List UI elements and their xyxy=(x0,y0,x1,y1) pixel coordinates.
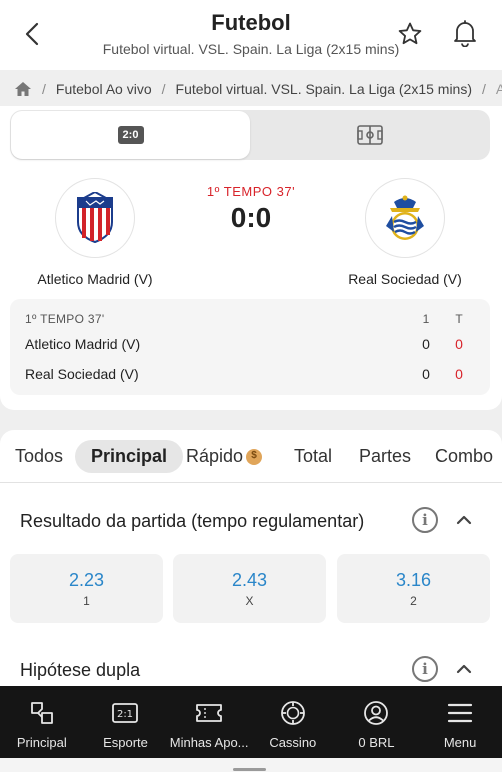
view-toggle: 2:0 xyxy=(10,110,490,160)
casino-chip-icon xyxy=(279,700,307,726)
favorite-button[interactable] xyxy=(396,20,424,48)
stats-row-home-first: 0 xyxy=(422,336,430,352)
market-tabs: Todos Principal Rápido Total Partes Comb… xyxy=(0,430,502,483)
svg-text:2:1: 2:1 xyxy=(117,709,133,720)
market-title-double-chance[interactable]: Hipótese dupla xyxy=(20,660,140,681)
score-breakdown-table: 1º TEMPO 37' 1 T Atletico Madrid (V) 0 0… xyxy=(10,299,490,395)
money-bag-icon xyxy=(246,448,263,465)
hamburger-icon xyxy=(446,700,474,726)
chevron-up-icon xyxy=(456,664,472,674)
page-title: Futebol xyxy=(211,10,291,35)
nav-item-cassino[interactable]: Cassino xyxy=(251,686,335,758)
nav-label: Cassino xyxy=(269,735,317,750)
odd-button-home[interactable]: 2.23 1 xyxy=(10,554,163,623)
nav-label: Minhas Apo... xyxy=(169,735,249,750)
back-button[interactable] xyxy=(18,20,46,48)
stats-row-away-team: Real Sociedad (V) xyxy=(25,366,139,382)
breadcrumb-item-league[interactable]: Futebol virtual. VSL. Spain. La Liga (2x… xyxy=(176,81,473,97)
chevron-left-icon xyxy=(25,22,39,46)
chevron-up-icon xyxy=(456,515,472,525)
breadcrumb-separator: / xyxy=(482,81,486,97)
tab-principal[interactable]: Principal xyxy=(75,440,184,473)
account-icon xyxy=(362,700,390,726)
nav-item-principal[interactable]: Principal xyxy=(0,686,84,758)
odd-value: 3.16 xyxy=(395,569,432,590)
stats-row-away-first: 0 xyxy=(422,366,430,382)
match-period: 1º TEMPO 37' xyxy=(206,184,296,199)
tab-combo[interactable]: Combo xyxy=(435,440,493,473)
field-view-button[interactable] xyxy=(250,110,490,160)
nav-label: Menu xyxy=(443,735,477,750)
tab-total[interactable]: Total xyxy=(294,440,332,473)
collapse-button[interactable] xyxy=(455,660,473,678)
tab-rapido[interactable]: Rápido xyxy=(186,440,263,473)
stats-header-total: T xyxy=(455,312,463,326)
tab-rapido-label: Rápido xyxy=(186,446,244,466)
nav-label: 0 BRL xyxy=(358,735,395,750)
scoreboard-label: 2:0 xyxy=(122,129,139,141)
odd-label: 2 xyxy=(410,593,417,608)
bell-icon xyxy=(454,20,476,47)
tab-todos[interactable]: Todos xyxy=(15,440,63,473)
home-team-logo xyxy=(55,178,135,258)
ticket-icon xyxy=(195,700,223,726)
scoreboard-icon: 2:0 xyxy=(117,126,144,144)
away-team-logo xyxy=(365,178,445,258)
atletico-madrid-crest-icon xyxy=(77,192,113,244)
notifications-button[interactable] xyxy=(451,18,479,48)
nav-item-minhas-apostas[interactable]: Minhas Apo... xyxy=(167,686,251,758)
stats-period-label: 1º TEMPO 37' xyxy=(25,312,105,326)
collapse-button[interactable] xyxy=(455,511,473,529)
breadcrumb-item-live-football[interactable]: Futebol Ao vivo xyxy=(56,81,152,97)
info-button[interactable]: i xyxy=(412,656,438,682)
breadcrumb-home[interactable] xyxy=(14,81,32,97)
stats-row-home-total: 0 xyxy=(455,336,463,352)
markets-card: Todos Principal Rápido Total Partes Comb… xyxy=(0,430,502,686)
page-subtitle: Futebol virtual. VSL. Spain. La Liga (2x… xyxy=(102,41,400,57)
stats-header-first-half: 1 xyxy=(422,312,430,326)
real-sociedad-crest-icon xyxy=(386,195,424,240)
home-team-name: Atletico Madrid (V) xyxy=(37,271,153,287)
principal-icon xyxy=(28,700,56,726)
odd-label: 1 xyxy=(83,593,90,608)
nav-label: Principal xyxy=(16,735,67,750)
breadcrumb-separator: / xyxy=(161,81,166,97)
home-indicator[interactable] xyxy=(233,768,266,771)
scoreboard-view-button[interactable]: 2:0 xyxy=(11,111,250,159)
football-field-icon xyxy=(357,125,383,145)
info-icon: i xyxy=(422,660,428,678)
nav-label: Esporte xyxy=(103,735,148,750)
odd-value: 2.23 xyxy=(68,569,105,590)
scoreboard-icon: 2:1 xyxy=(111,700,139,726)
odd-label: X xyxy=(245,593,254,608)
breadcrumb: / Futebol Ao vivo / Futebol virtual. VSL… xyxy=(0,72,502,106)
odd-button-away[interactable]: 3.16 2 xyxy=(337,554,490,623)
nav-item-menu[interactable]: Menu xyxy=(418,686,502,758)
breadcrumb-separator: / xyxy=(42,81,46,97)
info-icon: i xyxy=(422,511,428,529)
odd-value: 2.43 xyxy=(231,569,268,590)
odd-button-draw[interactable]: 2.43 X xyxy=(173,554,326,623)
match-score: 0:0 xyxy=(230,202,272,233)
market-title-match-result[interactable]: Resultado da partida (tempo regulamentar… xyxy=(20,511,364,532)
breadcrumb-item-match[interactable]: A xyxy=(496,81,502,97)
info-button[interactable]: i xyxy=(412,507,438,533)
nav-item-esporte[interactable]: 2:1 Esporte xyxy=(84,686,168,758)
bottom-navigation: Principal 2:1 Esporte Minhas Apo... Cass… xyxy=(0,686,502,758)
stats-row-away-total: 0 xyxy=(455,366,463,382)
tab-partes[interactable]: Partes xyxy=(359,440,411,473)
nav-item-account[interactable]: 0 BRL xyxy=(335,686,419,758)
home-icon xyxy=(15,82,31,96)
star-icon xyxy=(398,22,422,45)
match-card: 2:0 Atletico Madrid (V) 1º TEMPO 37' 0:0 xyxy=(0,106,502,410)
top-header: Futebol Futebol virtual. VSL. Spain. La … xyxy=(0,0,502,70)
away-team-name: Real Sociedad (V) xyxy=(348,271,462,287)
stats-row-home-team: Atletico Madrid (V) xyxy=(25,336,141,352)
